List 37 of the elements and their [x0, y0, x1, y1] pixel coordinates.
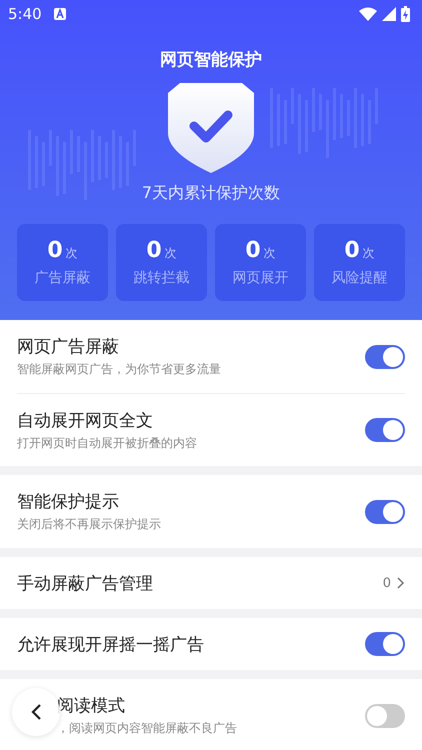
stat-count: 0: [344, 238, 360, 263]
setting-title: 自动展开网页全文: [17, 410, 154, 432]
toggle-switch[interactable]: [365, 344, 405, 368]
setting-title: 允许展现开屏摇一摇广告: [17, 634, 205, 656]
wifi-icon: [359, 7, 377, 21]
toggle-switch[interactable]: [365, 418, 405, 442]
stat-unit: 次: [362, 246, 375, 260]
setting-title: 网页广告屏蔽: [17, 336, 120, 358]
setting-description: 关闭后将不再展示保护提示: [17, 516, 162, 533]
battery-charging-icon: [401, 6, 410, 22]
toggle-switch[interactable]: [365, 704, 405, 728]
stats-caption: 7天内累计保护次数: [140, 183, 282, 204]
stat-count: 0: [146, 238, 162, 263]
stat-label: 广告屏蔽: [34, 269, 90, 287]
stat-unit: 次: [264, 246, 276, 260]
status-time: 5:40: [8, 5, 42, 23]
setting-title: 手动屏蔽广告管理: [17, 572, 154, 594]
shield-check-icon: [166, 83, 256, 173]
count-value: 0: [382, 576, 391, 590]
stat-unit: 次: [164, 246, 177, 260]
page-title: 网页智能保护: [159, 49, 263, 71]
stat-count: 0: [47, 238, 63, 263]
toggle-switch[interactable]: [365, 632, 405, 656]
chevron-right-icon[interactable]: [397, 577, 405, 589]
app-notification-icon: [54, 8, 66, 20]
setting-description: ，阅读网页内容智能屏蔽不良广告: [57, 720, 238, 737]
setting-title: 阅读模式: [57, 695, 126, 717]
stat-unit: 次: [66, 246, 78, 260]
stat-label: 风险提醒: [332, 269, 388, 287]
stat-label: 网页展开: [232, 269, 288, 287]
stat-label: 跳转拦截: [134, 269, 190, 287]
setting-description: 智能屏蔽网页广告，为你节省更多流量: [17, 361, 222, 378]
signal-icon: [382, 7, 396, 21]
stat-count: 0: [245, 238, 261, 263]
setting-title: 智能保护提示: [17, 491, 120, 513]
toggle-switch[interactable]: [365, 500, 405, 524]
setting-description: 打开网页时自动展开被折叠的内容: [17, 434, 198, 452]
